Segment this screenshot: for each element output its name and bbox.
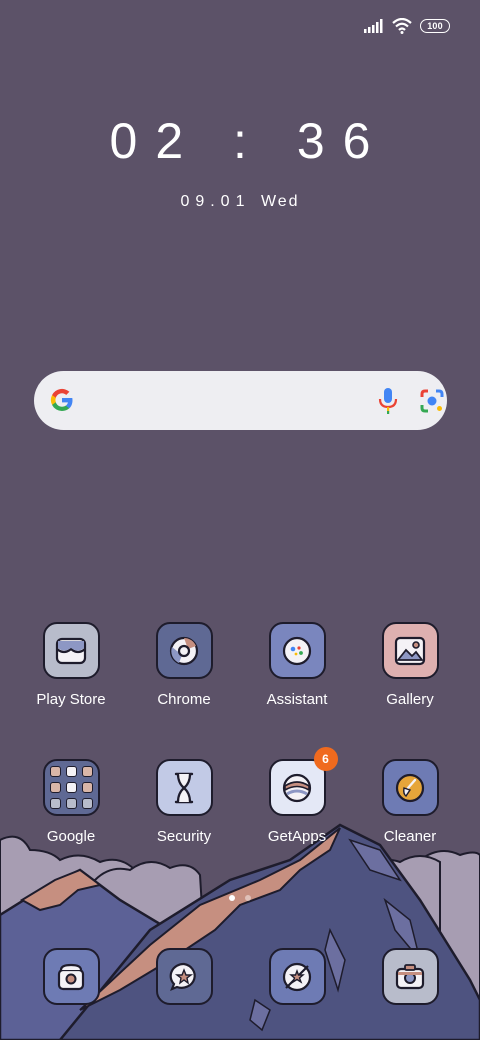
chrome-icon [155,622,213,679]
lens-camera-icon[interactable] [418,387,446,415]
wifi-icon [392,18,412,34]
app-gallery[interactable]: Gallery [355,622,465,708]
app-security[interactable]: Security [129,759,239,845]
play-store-icon [42,622,100,679]
app-label: Assistant [266,691,328,708]
page-dot-1[interactable] [229,895,235,901]
clock-date[interactable]: 09.01 Wed [0,193,480,211]
app-cleaner[interactable]: Cleaner [355,759,465,845]
app-label: Google [46,828,96,845]
cell-signal-icon [364,19,383,33]
google-search-bar[interactable] [34,371,447,430]
messages-icon [155,948,213,1005]
app-label: Security [156,828,212,845]
app-google-folder[interactable]: Google [16,759,126,845]
hourglass-icon [155,759,213,816]
date-value: 09.01 [180,193,251,210]
app-assistant[interactable]: Assistant [242,622,352,708]
broom-icon [381,759,439,816]
assistant-icon [268,622,326,679]
app-label: Cleaner [383,828,437,845]
dock-messages[interactable] [129,948,239,1005]
app-label: Chrome [157,691,211,708]
status-bar: 100 [364,18,450,34]
battery-indicator: 100 [420,19,450,33]
page-dot-2[interactable] [245,895,251,901]
gallery-icon [381,622,439,679]
app-chrome[interactable]: Chrome [129,622,239,708]
microphone-icon[interactable] [377,387,399,415]
dock-phone[interactable] [16,948,126,1005]
dock-camera[interactable] [355,948,465,1005]
phone-icon [42,948,100,1005]
app-label: Gallery [386,691,434,708]
app-label: GetApps [267,828,327,845]
getapps-icon: 6 [268,747,338,816]
page-indicator[interactable] [229,895,251,901]
notification-badge: 6 [313,747,338,771]
app-getapps[interactable]: 6 GetApps [242,747,352,845]
camera-icon [381,948,439,1005]
weekday: Wed [260,193,300,210]
battery-level: 100 [427,21,443,31]
folder-icon [42,759,100,816]
app-label: Play Store [36,691,106,708]
google-g-icon [50,388,73,412]
clock-time[interactable]: 02 : 36 [0,112,480,170]
app-play-store[interactable]: Play Store [16,622,126,708]
dock-browser[interactable] [242,948,352,1005]
browser-icon [268,948,326,1005]
